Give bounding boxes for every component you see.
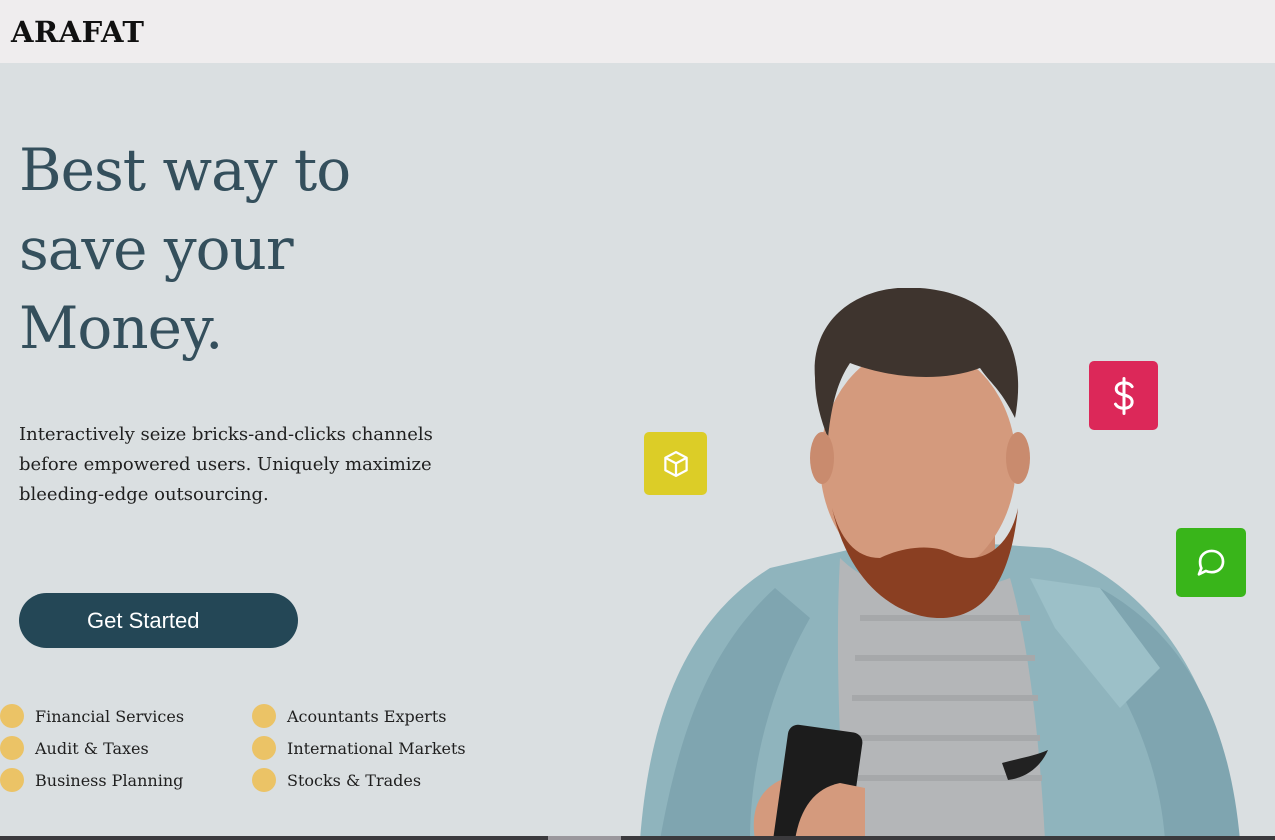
scrollbar-thumb[interactable] (548, 836, 621, 840)
feature-label: Acountants Experts (287, 706, 447, 726)
cube-icon[interactable] (644, 432, 707, 495)
description-line-3: bleeding-edge outsourcing. (19, 484, 269, 505)
feature-label: International Markets (287, 738, 466, 758)
hero-headline: Best way to save your Money. (19, 131, 459, 368)
bullet-dot-icon (0, 704, 24, 728)
headline-line-2: save your (19, 215, 294, 283)
feature-item: Stocks & Trades (252, 767, 421, 793)
feature-item: Acountants Experts (252, 703, 446, 729)
hero-section: Best way to save your Money. Interactive… (0, 63, 1275, 840)
dollar-icon[interactable] (1089, 361, 1158, 430)
feature-item: Business Planning (0, 767, 183, 793)
headline-line-1: Best way to (19, 136, 351, 204)
feature-label: Financial Services (35, 706, 185, 726)
feature-label: Audit & Taxes (35, 738, 149, 758)
description-line-2: before empowered users. Uniquely maximiz… (19, 454, 432, 475)
bullet-dot-icon (252, 704, 276, 728)
bullet-dot-icon (0, 768, 24, 792)
feature-item: Audit & Taxes (0, 735, 149, 761)
navbar: ARAFAT (0, 0, 1275, 63)
feature-item: International Markets (252, 735, 466, 761)
feature-list: Financial Services Audit & Taxes Busines… (0, 699, 500, 819)
horizontal-scrollbar[interactable] (0, 836, 1275, 840)
get-started-button[interactable]: Get Started (19, 593, 298, 648)
feature-label: Stocks & Trades (287, 770, 422, 790)
hero-description: Interactively seize bricks-and-clicks ch… (19, 420, 469, 510)
hero-person-image (640, 288, 1240, 840)
bullet-dot-icon (252, 768, 276, 792)
bullet-dot-icon (252, 736, 276, 760)
feature-label: Business Planning (35, 770, 184, 790)
feature-item: Financial Services (0, 703, 184, 729)
chat-bubble-icon[interactable] (1176, 528, 1246, 597)
brand-logo[interactable]: ARAFAT (11, 12, 145, 52)
headline-line-3: Money. (19, 294, 223, 362)
description-line-1: Interactively seize bricks-and-clicks ch… (19, 424, 433, 445)
bullet-dot-icon (0, 736, 24, 760)
